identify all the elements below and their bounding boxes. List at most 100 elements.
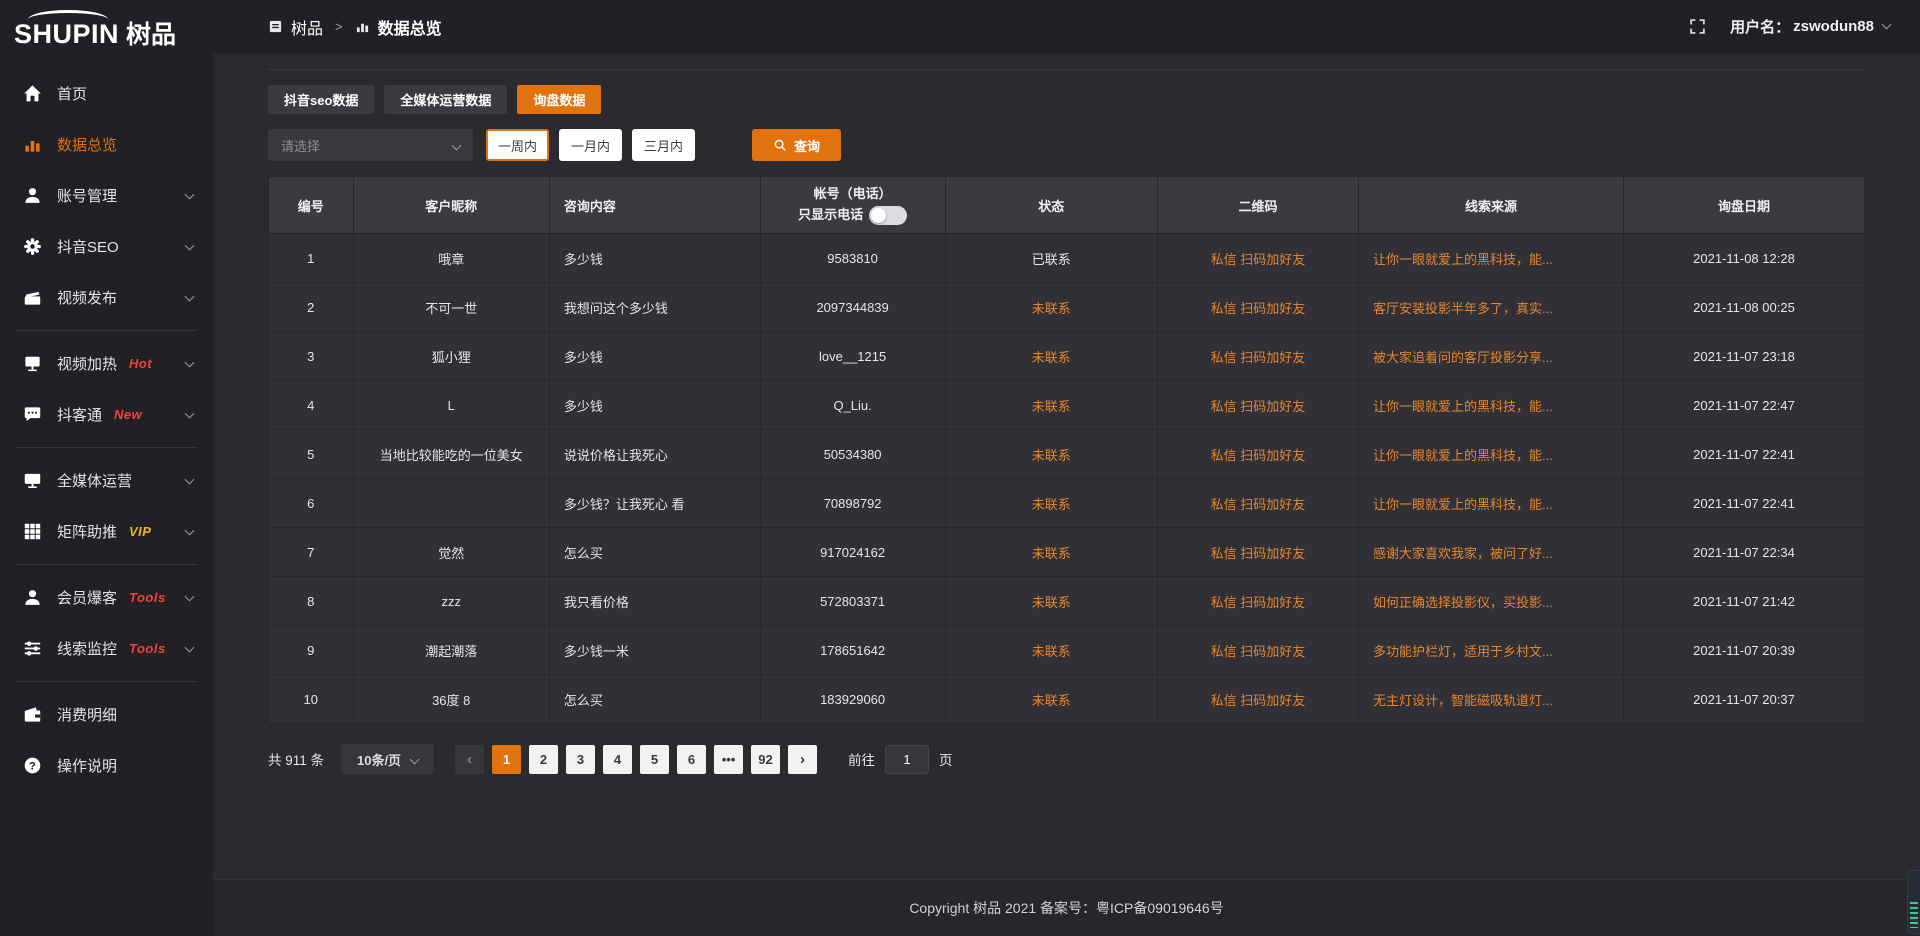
col-header-id: 编号 xyxy=(269,177,354,234)
cell-qrcode[interactable]: 私信 扫码加好友 xyxy=(1157,283,1358,332)
page-jump-input[interactable] xyxy=(885,745,929,774)
cell-qrcode[interactable]: 私信 扫码加好友 xyxy=(1157,479,1358,528)
col-header-account: 帐号（电话） 只显示电话 xyxy=(760,177,945,234)
cell-nickname: 哦章 xyxy=(353,234,549,283)
sidebar-item-home[interactable]: 首页 xyxy=(0,68,213,119)
page-button-6[interactable]: 6 xyxy=(677,745,706,774)
cell-source[interactable]: 多功能护栏灯，适用于乡村文... xyxy=(1359,626,1624,675)
sidebar-item-matrix-boost[interactable]: 矩阵助推VIP xyxy=(0,506,213,557)
page-size-value: 10条/页 xyxy=(357,750,401,769)
cell-source[interactable]: 让你一眼就爱上的黑科技，能... xyxy=(1359,381,1624,430)
cell-qrcode[interactable]: 私信 扫码加好友 xyxy=(1157,430,1358,479)
cell-nickname xyxy=(353,479,549,528)
cell-qrcode[interactable]: 私信 扫码加好友 xyxy=(1157,626,1358,675)
sidebar-item-label: 账号管理 xyxy=(57,185,117,206)
sidebar-item-member-baoke[interactable]: 会员爆客Tools xyxy=(0,572,213,623)
prev-page-button[interactable]: ‹ xyxy=(455,745,484,774)
topbar-right: 用户名：zswodun88 xyxy=(1689,16,1890,37)
sidebar-item-label: 消费明细 xyxy=(57,704,117,725)
tab-media-operation-data[interactable]: 全媒体运营数据 xyxy=(384,85,507,114)
page-ellipsis-button[interactable]: ••• xyxy=(714,745,743,774)
copyright-text: Copyright 树品 2021 备案号：粤ICP备09019646号 xyxy=(909,898,1223,918)
phone-only-toggle[interactable] xyxy=(869,206,907,225)
cell-source[interactable]: 让你一眼就爱上的黑科技，能... xyxy=(1359,430,1624,479)
period-button-one-week[interactable]: 一周内 xyxy=(486,129,549,161)
cell-qrcode[interactable]: 私信 扫码加好友 xyxy=(1157,234,1358,283)
cell-qrcode[interactable]: 私信 扫码加好友 xyxy=(1157,577,1358,626)
col-header-status: 状态 xyxy=(945,177,1157,234)
cell-status: 未联系 xyxy=(945,675,1157,724)
document-icon xyxy=(268,19,283,34)
cell-qrcode[interactable]: 私信 扫码加好友 xyxy=(1157,332,1358,381)
phone-toggle-label: 只显示电话 xyxy=(798,205,863,226)
cell-source[interactable]: 让你一眼就爱上的黑科技，能... xyxy=(1359,479,1624,528)
floating-widget[interactable] xyxy=(1907,870,1920,934)
username-label: 用户名： xyxy=(1730,16,1790,37)
sidebar-badge: Tools xyxy=(129,590,166,605)
chevron-down-icon xyxy=(185,525,195,535)
cell-id: 10 xyxy=(269,675,354,724)
cell-id: 3 xyxy=(269,332,354,381)
sidebar-item-data-overview[interactable]: 数据总览 xyxy=(0,119,213,170)
col-header-nickname: 客户昵称 xyxy=(353,177,549,234)
page-button-5[interactable]: 5 xyxy=(640,745,669,774)
cell-status: 未联系 xyxy=(945,283,1157,332)
breadcrumb-separator: > xyxy=(335,19,343,34)
col-header-account-title: 帐号（电话） xyxy=(771,184,935,205)
cell-source[interactable]: 让你一眼就爱上的黑科技，能... xyxy=(1359,234,1624,283)
page-button-4[interactable]: 4 xyxy=(603,745,632,774)
page-size-select[interactable]: 10条/页 xyxy=(341,744,434,774)
cell-qrcode[interactable]: 私信 扫码加好友 xyxy=(1157,675,1358,724)
cell-status: 未联系 xyxy=(945,430,1157,479)
sidebar-item-label: 全媒体运营 xyxy=(57,470,132,491)
sidebar-item-doukertong[interactable]: 抖客通New xyxy=(0,389,213,440)
question-icon: ? xyxy=(23,756,42,775)
sidebar-item-operation-guide[interactable]: ?操作说明 xyxy=(0,740,213,791)
cell-source[interactable]: 感谢大家喜欢我家，被问了好... xyxy=(1359,528,1624,577)
sidebar-item-video-publish[interactable]: 视频发布 xyxy=(0,272,213,323)
page-button-3[interactable]: 3 xyxy=(566,745,595,774)
widget-bars-icon xyxy=(1910,902,1918,928)
inquiry-table-wrap: 编号 客户昵称 咨询内容 帐号（电话） 只显示电话 状态 xyxy=(268,176,1865,724)
user-menu[interactable]: 用户名：zswodun88 xyxy=(1730,16,1890,37)
grid-icon xyxy=(23,522,42,541)
period-button-three-months[interactable]: 三月内 xyxy=(632,129,695,161)
cell-source[interactable]: 客厅安装投影半年多了，真实... xyxy=(1359,283,1624,332)
search-button[interactable]: 查询 xyxy=(752,129,841,161)
sidebar-item-account-management[interactable]: 账号管理 xyxy=(0,170,213,221)
page-button-92[interactable]: 92 xyxy=(751,745,780,774)
page-button-2[interactable]: 2 xyxy=(529,745,558,774)
sidebar-item-clue-monitor[interactable]: 线索监控Tools xyxy=(0,623,213,674)
cell-source[interactable]: 无主灯设计，智能磁吸轨道灯... xyxy=(1359,675,1624,724)
sidebar-badge: New xyxy=(114,407,142,422)
page-button-1[interactable]: 1 xyxy=(492,745,521,774)
breadcrumb-current: 数据总览 xyxy=(378,15,442,39)
sidebar-item-douyin-seo[interactable]: 抖音SEO xyxy=(0,221,213,272)
sidebar-item-video-heat[interactable]: 视频加热Hot xyxy=(0,338,213,389)
cell-source[interactable]: 被大家追着问的客厅投影分享... xyxy=(1359,332,1624,381)
chevron-down-icon xyxy=(185,189,195,199)
sidebar-item-label: 数据总览 xyxy=(57,134,117,155)
cell-qrcode[interactable]: 私信 扫码加好友 xyxy=(1157,528,1358,577)
cell-date: 2021-11-07 22:34 xyxy=(1623,528,1864,577)
cell-account: 917024162 xyxy=(760,528,945,577)
tab-inquiry-data[interactable]: 询盘数据 xyxy=(517,85,601,114)
sidebar-item-media-operation[interactable]: 全媒体运营 xyxy=(0,455,213,506)
cell-qrcode[interactable]: 私信 扫码加好友 xyxy=(1157,381,1358,430)
page-buttons: 123456 ••• 92 xyxy=(492,745,788,774)
col-header-date: 询盘日期 xyxy=(1623,177,1864,234)
cell-source[interactable]: 如何正确选择投影仪，买投影... xyxy=(1359,577,1624,626)
breadcrumb-root[interactable]: 树品 xyxy=(291,15,323,39)
sidebar-item-consumption-detail[interactable]: 消费明细 xyxy=(0,689,213,740)
brand-logo[interactable]: SHUPIN 树品 xyxy=(0,0,213,52)
cell-account: 572803371 xyxy=(760,577,945,626)
filter-select[interactable]: 请选择 xyxy=(268,129,473,161)
period-button-one-month[interactable]: 一月内 xyxy=(559,129,622,161)
page-jump-label-before: 前往 xyxy=(848,749,875,769)
cell-content: 多少钱 xyxy=(549,381,760,430)
tab-douyin-seo-data[interactable]: 抖音seo数据 xyxy=(268,85,374,114)
footer: Copyright 树品 2021 备案号：粤ICP备09019646号 xyxy=(213,879,1920,936)
sidebar-item-label: 线索监控 xyxy=(57,638,117,659)
fullscreen-icon[interactable] xyxy=(1689,18,1706,35)
next-page-button[interactable]: › xyxy=(788,745,817,774)
